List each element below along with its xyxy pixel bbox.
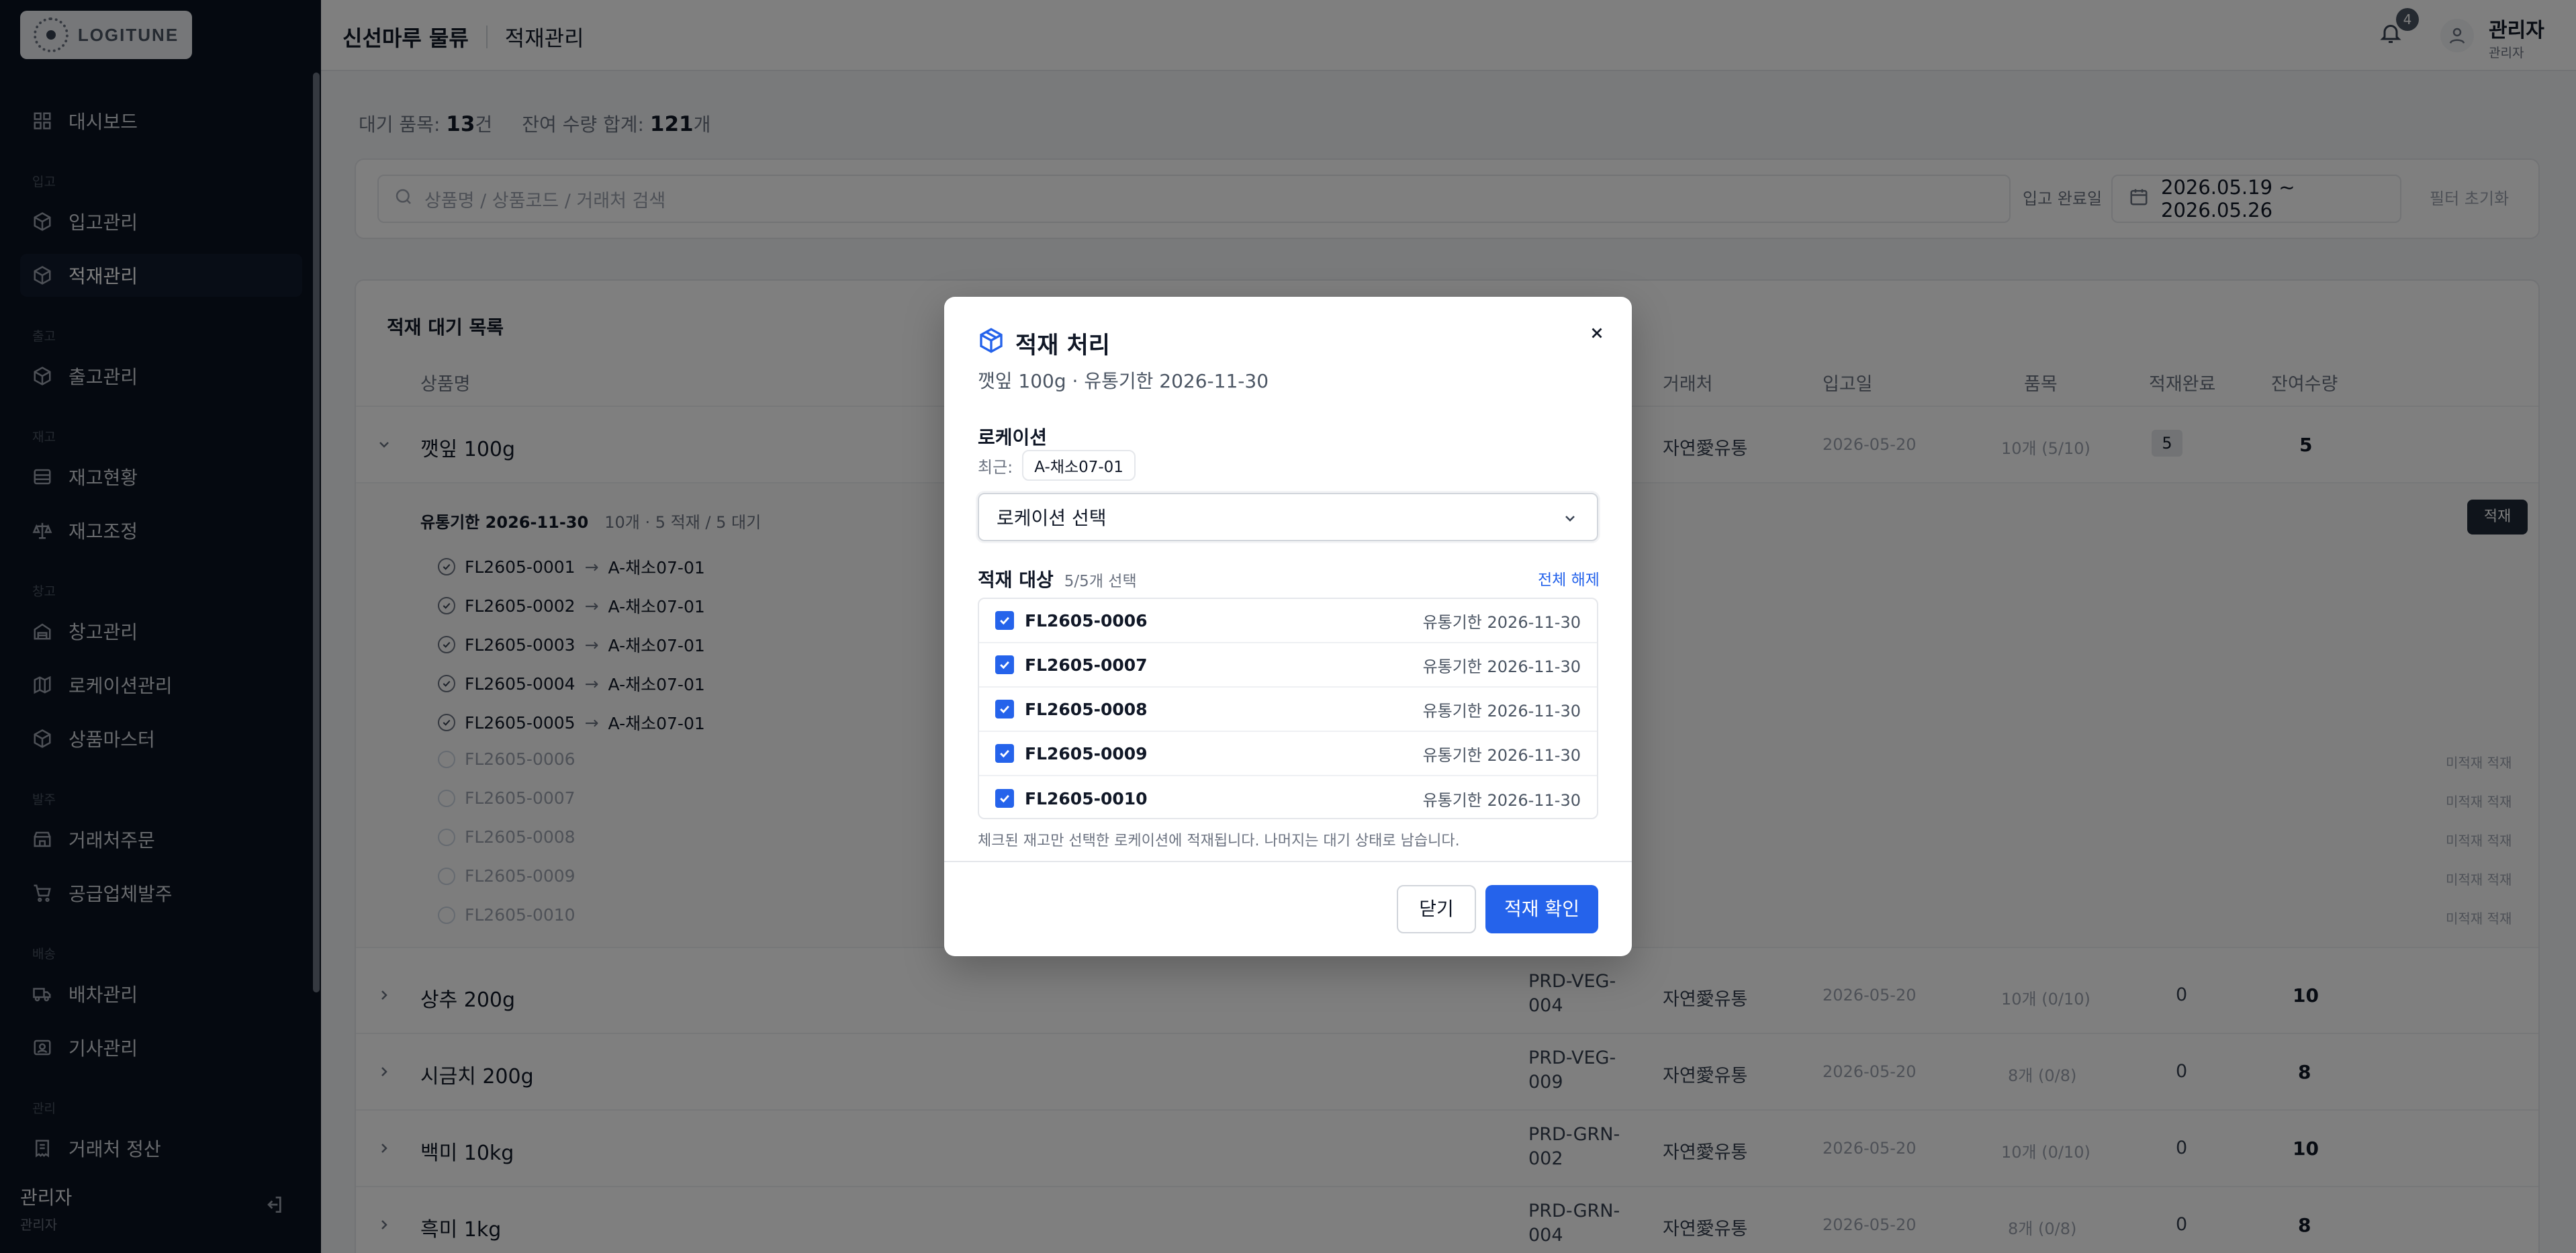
- checkbox[interactable]: [995, 789, 1014, 808]
- location-select-value: 로케이션 선택: [997, 507, 1107, 529]
- target-code: FL2605-0009: [1025, 743, 1148, 763]
- target-expiry: 유통기한 2026-11-30: [1422, 701, 1581, 721]
- target-row[interactable]: FL2605-0008 유통기한 2026-11-30: [979, 688, 1597, 732]
- modal-note: 체크된 재고만 선택한 로케이션에 적재됩니다. 나머지는 대기 상태로 남습니…: [978, 833, 1460, 849]
- target-label-text: 적재 대상: [978, 569, 1054, 591]
- target-list: FL2605-0006 유통기한 2026-11-30 FL2605-0007 …: [978, 598, 1598, 819]
- target-label: 적재 대상 5/5개 선택: [978, 565, 1137, 592]
- checkbox[interactable]: [995, 700, 1014, 718]
- target-expiry: 유통기한 2026-11-30: [1422, 612, 1581, 632]
- checkbox[interactable]: [995, 655, 1014, 674]
- target-code: FL2605-0008: [1025, 699, 1148, 719]
- target-code: FL2605-0007: [1025, 655, 1148, 675]
- location-select[interactable]: 로케이션 선택: [978, 493, 1598, 541]
- modal-title-text: 적재 처리: [1015, 332, 1110, 359]
- target-count: 5/5개 선택: [1064, 573, 1137, 590]
- recent-location-chip[interactable]: A-채소07-01: [1022, 450, 1136, 481]
- target-row[interactable]: FL2605-0007 유통기한 2026-11-30: [979, 643, 1597, 688]
- modal-subtitle: 깻잎 100g · 유통기한 2026-11-30: [978, 370, 1269, 392]
- divider: [944, 861, 1632, 862]
- putaway-modal: 적재 처리 깻잎 100g · 유통기한 2026-11-30 로케이션 최근:…: [944, 297, 1632, 956]
- confirm-putaway-button[interactable]: 적재 확인: [1485, 885, 1598, 933]
- recent-label: 최근:: [978, 457, 1013, 477]
- package-icon: [978, 327, 1005, 360]
- recent-locations: 최근: A-채소07-01: [978, 450, 1136, 481]
- target-row[interactable]: FL2605-0010 유통기한 2026-11-30: [979, 776, 1597, 818]
- close-icon[interactable]: [1583, 320, 1610, 346]
- close-button[interactable]: 닫기: [1397, 885, 1476, 933]
- checkbox[interactable]: [995, 744, 1014, 763]
- target-expiry: 유통기한 2026-11-30: [1422, 657, 1581, 676]
- checkbox[interactable]: [995, 611, 1014, 630]
- target-code: FL2605-0006: [1025, 610, 1148, 631]
- target-row[interactable]: FL2605-0006 유통기한 2026-11-30: [979, 599, 1597, 643]
- target-row[interactable]: FL2605-0009 유통기한 2026-11-30: [979, 732, 1597, 776]
- modal-title: 적재 처리: [978, 326, 1110, 361]
- clear-all-button[interactable]: 전체 해제: [1538, 567, 1600, 590]
- target-expiry: 유통기한 2026-11-30: [1422, 790, 1581, 810]
- target-expiry: 유통기한 2026-11-30: [1422, 745, 1581, 765]
- chevron-down-icon: [1562, 509, 1578, 525]
- location-label: 로케이션: [978, 426, 1048, 449]
- target-code: FL2605-0010: [1025, 788, 1148, 808]
